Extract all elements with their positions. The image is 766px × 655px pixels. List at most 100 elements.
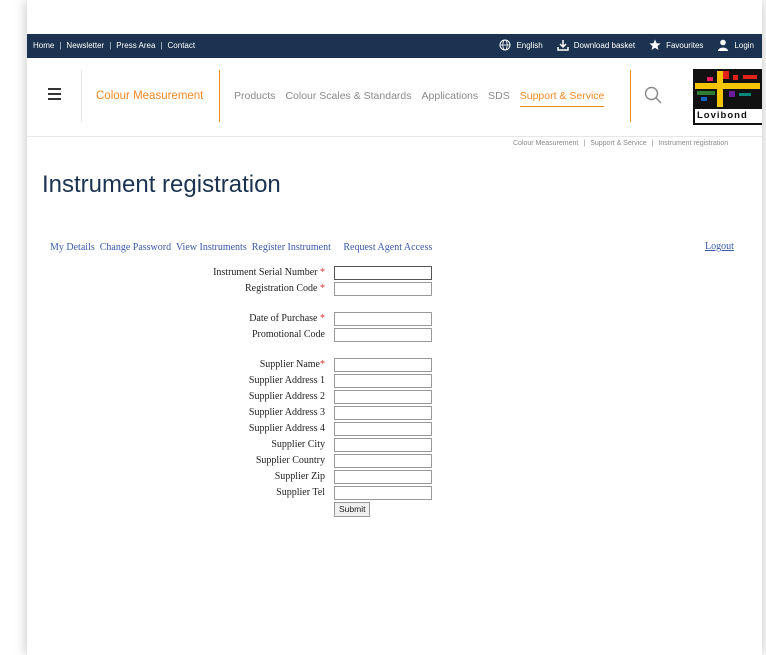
field-label: Date of Purchase * bbox=[27, 313, 325, 324]
my-details-link[interactable]: My Details bbox=[50, 242, 95, 253]
serial-number-label: Instrument Serial Number bbox=[213, 267, 318, 278]
request-agent-access-link[interactable]: Request Agent Access bbox=[343, 242, 432, 253]
logout-link[interactable]: Logout bbox=[705, 241, 734, 252]
divider bbox=[81, 70, 82, 122]
nav-item-support-service[interactable]: Support & Service bbox=[519, 90, 605, 107]
press-area-link[interactable]: Press Area bbox=[116, 41, 155, 50]
newsletter-link[interactable]: Newsletter bbox=[66, 41, 104, 50]
supplier-country-input[interactable] bbox=[334, 454, 432, 468]
nav-item-applications[interactable]: Applications bbox=[422, 90, 479, 107]
supplier-address-3-input[interactable] bbox=[334, 406, 432, 420]
supplier-address-2-input[interactable] bbox=[334, 390, 432, 404]
favourites-link[interactable]: Favourites bbox=[649, 39, 703, 51]
language-selector[interactable]: English bbox=[499, 39, 543, 51]
field-row: Supplier Address 4 bbox=[27, 422, 325, 436]
supplier-address-4-input[interactable] bbox=[334, 422, 432, 436]
change-password-link[interactable]: Change Password bbox=[100, 242, 171, 253]
supplier-name-label: Supplier Name bbox=[259, 359, 320, 370]
required-marker: * bbox=[320, 283, 325, 294]
required-marker: * bbox=[320, 267, 325, 278]
date-of-purchase-input[interactable] bbox=[334, 312, 432, 326]
field-row: Instrument Serial Number * bbox=[27, 266, 325, 280]
field-label: Registration Code * bbox=[27, 283, 325, 294]
supplier-city-label: Supplier City bbox=[271, 439, 325, 450]
promotional-code-input[interactable] bbox=[334, 328, 432, 342]
contact-link[interactable]: Contact bbox=[168, 41, 196, 50]
download-basket-link[interactable]: Download basket bbox=[556, 39, 636, 51]
divider bbox=[219, 70, 220, 122]
field-row: Supplier City bbox=[27, 438, 325, 452]
supplier-zip-input[interactable] bbox=[334, 470, 432, 484]
nav-item-products[interactable]: Products bbox=[234, 90, 275, 107]
star-icon bbox=[649, 39, 661, 50]
page-title: Instrument registration bbox=[42, 171, 281, 198]
supplier-address-2-label: Supplier Address 2 bbox=[248, 391, 325, 402]
logo-wordmark: Lovibond bbox=[695, 109, 762, 123]
globe-icon bbox=[499, 39, 511, 51]
logo-color-grid-icon bbox=[693, 69, 762, 109]
supplier-address-1-input[interactable] bbox=[334, 374, 432, 388]
field-row: Supplier Address 3 bbox=[27, 406, 325, 420]
account-subnav: My Details Change Password View Instrume… bbox=[50, 242, 432, 253]
field-label: Instrument Serial Number * bbox=[27, 267, 325, 278]
supplier-city-input[interactable] bbox=[334, 438, 432, 452]
download-basket-label: Download basket bbox=[573, 40, 636, 50]
separator: | bbox=[109, 41, 112, 50]
supplier-tel-input[interactable] bbox=[334, 486, 432, 500]
browser-page: Home | Newsletter | Press Area | Contact Engli… bbox=[27, 0, 762, 655]
field-row: Supplier Address 1 bbox=[27, 374, 325, 388]
favourites-label: Favourites bbox=[666, 40, 704, 50]
separator: | bbox=[160, 41, 163, 50]
view-instruments-link[interactable]: View Instruments bbox=[176, 242, 247, 253]
utility-actions: English Download basket Favourites Login bbox=[499, 39, 754, 51]
field-row: Registration Code * bbox=[27, 282, 325, 296]
field-row: Supplier Zip bbox=[27, 470, 325, 484]
field-label: Supplier Name* bbox=[27, 359, 325, 370]
registration-code-input[interactable] bbox=[334, 282, 432, 296]
nav-item-colour-scales[interactable]: Colour Scales & Standards bbox=[285, 90, 411, 107]
section-title[interactable]: Colour Measurement bbox=[96, 90, 203, 102]
field-row: Supplier Name* bbox=[27, 358, 325, 372]
promotional-code-label: Promotional Code bbox=[251, 329, 325, 340]
submit-button[interactable]: Submit bbox=[334, 502, 371, 517]
search-icon[interactable] bbox=[644, 86, 662, 104]
language-label: English bbox=[516, 40, 543, 50]
download-icon bbox=[556, 40, 569, 51]
separator: | bbox=[651, 140, 654, 147]
supplier-address-1-label: Supplier Address 1 bbox=[248, 375, 325, 386]
field-row: Supplier Address 2 bbox=[27, 390, 325, 404]
field-row: Supplier Tel bbox=[27, 486, 325, 500]
field-row: Promotional Code bbox=[27, 328, 325, 342]
lovibond-logo[interactable]: Lovibond bbox=[693, 69, 762, 125]
field-row: Date of Purchase * bbox=[27, 312, 325, 326]
nav-links: Products Colour Scales & Standards Appli… bbox=[234, 90, 605, 107]
separator: | bbox=[59, 41, 62, 50]
page-tab-right bbox=[677, 0, 762, 30]
register-instrument-link[interactable]: Register Instrument bbox=[252, 242, 331, 253]
serial-number-input[interactable] bbox=[334, 266, 432, 280]
breadcrumb-item[interactable]: Support & Service bbox=[590, 140, 646, 147]
field-row: Supplier Country bbox=[27, 454, 325, 468]
breadcrumb-item[interactable]: Colour Measurement bbox=[513, 140, 578, 147]
date-of-purchase-label: Date of Purchase bbox=[249, 313, 318, 324]
supplier-country-label: Supplier Country bbox=[255, 455, 325, 466]
login-label: Login bbox=[734, 40, 754, 50]
home-link[interactable]: Home bbox=[33, 41, 54, 50]
required-marker: * bbox=[320, 359, 325, 370]
top-utility-bar: Home | Newsletter | Press Area | Contact Engli… bbox=[27, 34, 762, 58]
login-link[interactable]: Login bbox=[717, 39, 754, 51]
supplier-tel-label: Supplier Tel bbox=[276, 487, 325, 498]
user-icon bbox=[718, 39, 729, 51]
page-tab-left bbox=[29, 0, 121, 30]
hamburger-menu-icon[interactable] bbox=[48, 88, 61, 103]
divider bbox=[630, 70, 631, 122]
supplier-address-4-label: Supplier Address 4 bbox=[248, 423, 325, 434]
main-navigation: Colour Measurement Products Colour Scale… bbox=[27, 58, 762, 137]
supplier-name-input[interactable] bbox=[334, 358, 432, 372]
nav-item-sds[interactable]: SDS bbox=[488, 90, 510, 107]
supplier-zip-label: Supplier Zip bbox=[274, 471, 325, 482]
utility-links: Home | Newsletter | Press Area | Contact bbox=[33, 41, 195, 50]
breadcrumb-item: Instrument registration bbox=[658, 140, 729, 147]
separator: | bbox=[583, 140, 586, 147]
required-marker: * bbox=[320, 313, 325, 324]
